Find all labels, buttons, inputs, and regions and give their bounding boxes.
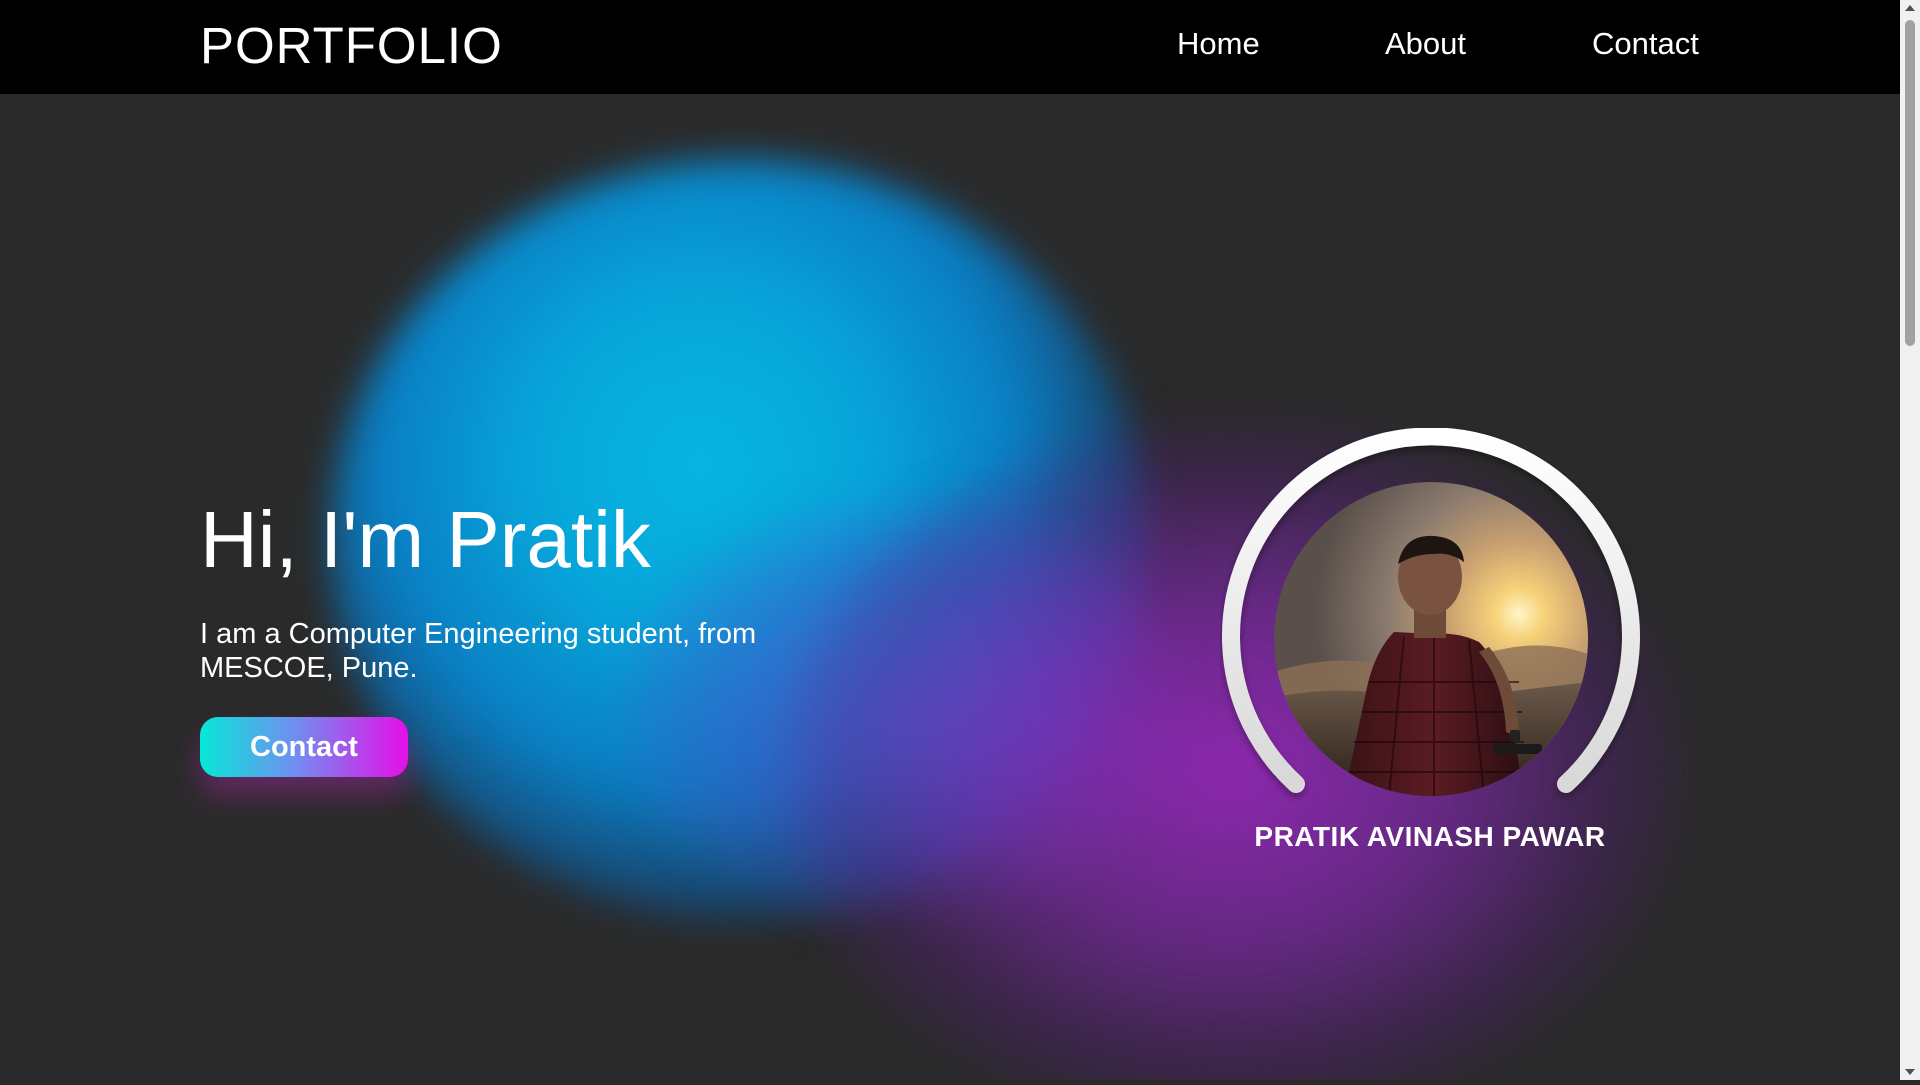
- nav-link-home[interactable]: Home: [1177, 26, 1260, 62]
- profile-photo: [1274, 482, 1588, 796]
- profile-name: PRATIK AVINASH PAWAR: [1254, 821, 1606, 852]
- scrollbar-thumb[interactable]: [1905, 20, 1915, 346]
- triangle-down-icon[interactable]: [1900, 1064, 1920, 1080]
- contact-button[interactable]: Contact: [200, 717, 408, 777]
- hero-title: Hi, I'm Pratik: [200, 495, 651, 584]
- page-viewport: PORTFOLIO Home About Contact Hi, I'm Pra…: [0, 0, 1900, 1080]
- brand-logo[interactable]: PORTFOLIO: [200, 16, 503, 76]
- hero-subtitle: I am a Computer Engineering student, fro…: [200, 618, 757, 684]
- triangle-up-icon[interactable]: [1900, 0, 1920, 16]
- profile-card: PRATIK AVINASH PAWAR: [1220, 428, 1640, 858]
- profile-photo-image: [1274, 482, 1588, 796]
- nav-link-about[interactable]: About: [1385, 26, 1466, 62]
- vertical-scrollbar[interactable]: [1900, 0, 1920, 1080]
- navbar: PORTFOLIO Home About Contact: [0, 0, 1900, 94]
- nav-link-contact[interactable]: Contact: [1592, 26, 1699, 62]
